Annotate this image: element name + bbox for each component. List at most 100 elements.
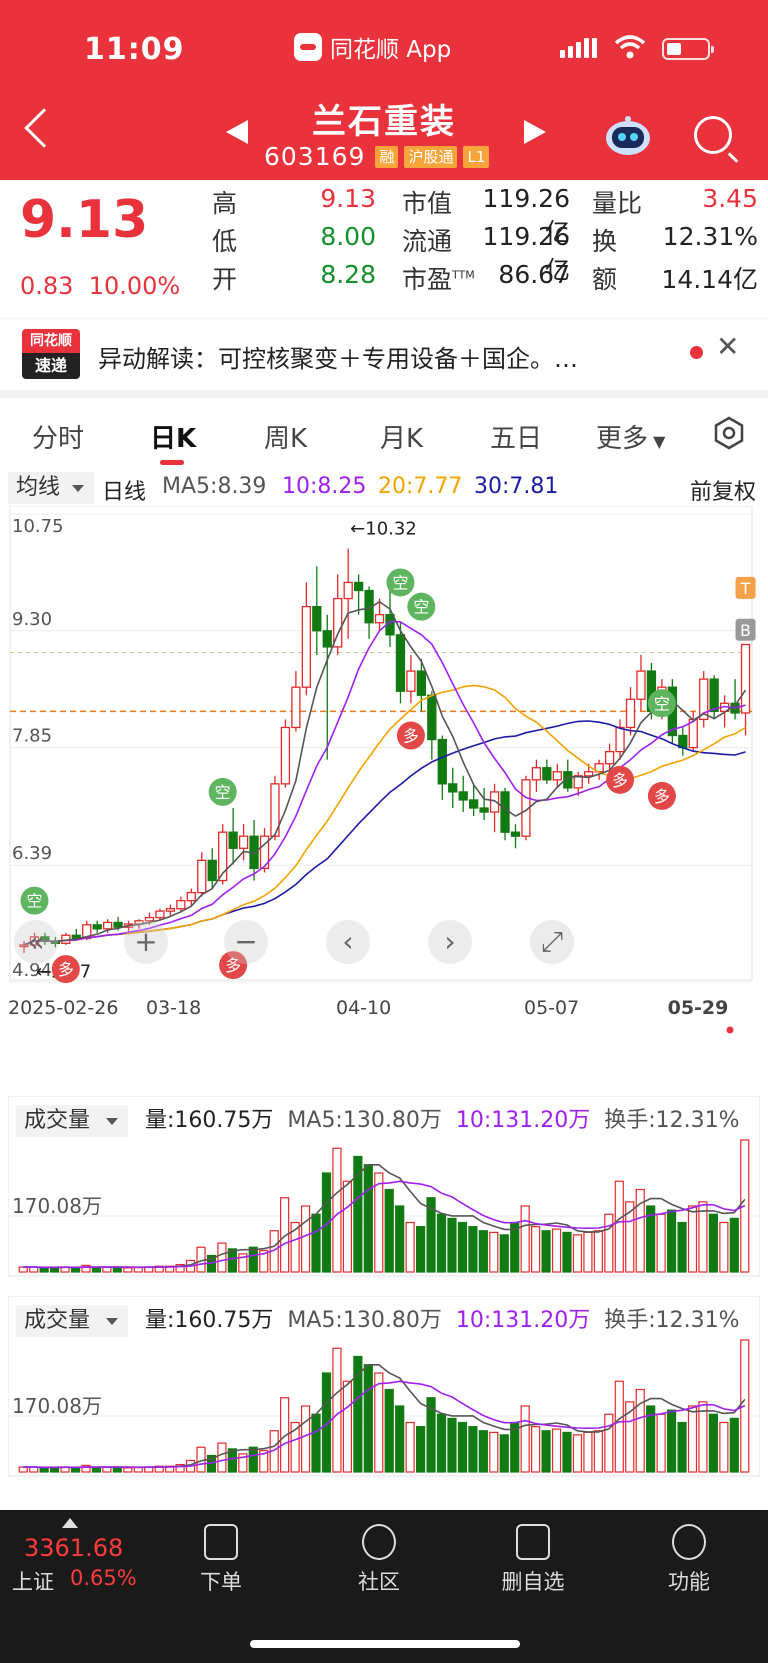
open-label: 开 xyxy=(212,265,238,294)
volume-bar xyxy=(677,1221,687,1273)
fullscreen-icon: ⤢ xyxy=(541,925,563,958)
candle-body xyxy=(155,910,165,919)
candle-body xyxy=(197,859,207,894)
nav-functions[interactable]: 功能 xyxy=(644,1524,734,1596)
volume-bar xyxy=(666,1409,677,1473)
candle-body xyxy=(709,678,719,712)
signal-icon xyxy=(560,38,597,58)
candle-body xyxy=(510,831,521,837)
volume-bar xyxy=(457,1421,468,1473)
candle-body xyxy=(186,891,196,902)
close-icon[interactable]: ✕ xyxy=(716,330,739,363)
candle-body xyxy=(353,581,364,592)
volume-bar xyxy=(531,1426,541,1473)
volume-bar xyxy=(217,1242,227,1273)
ma-legend: 均线 日线 MA5:8.39 10:8.25 20:7.77 30:7.81 前… xyxy=(0,466,768,506)
kline-chart[interactable]: 10.759.307.856.394.94←10.32←5.37空空空空空多多多… xyxy=(0,506,768,1081)
candle-body xyxy=(165,908,176,912)
volume-bar xyxy=(687,1205,698,1273)
indicator-select[interactable]: 均线 xyxy=(8,472,94,504)
volume-bar xyxy=(416,1226,426,1273)
volume-bar xyxy=(363,1364,373,1473)
volume-bar xyxy=(656,1413,666,1473)
zoom-in-icon: + xyxy=(134,925,157,958)
search-icon[interactable] xyxy=(694,116,732,154)
nav-remove-watchlist[interactable]: 删自选 xyxy=(488,1524,578,1596)
settings-icon[interactable] xyxy=(712,416,746,450)
change-value: 0.83 xyxy=(20,272,74,300)
tab-more-label: 更多 xyxy=(596,424,649,454)
high-label: 高 xyxy=(212,189,238,218)
news-logo-bottom: 速递 xyxy=(22,353,80,379)
nav-community[interactable]: 社区 xyxy=(334,1524,424,1596)
tab-monthly[interactable]: 月K xyxy=(380,418,423,455)
tab-fiveday[interactable]: 五日 xyxy=(490,418,542,455)
signal-short-label: 空 xyxy=(654,694,670,713)
candle-body xyxy=(395,634,406,692)
nav-remove-label: 删自选 xyxy=(501,1570,565,1594)
candle-body xyxy=(469,799,479,809)
volume-ma10-1: 10:131.20万 xyxy=(455,1108,591,1133)
volume-bar xyxy=(489,1431,499,1473)
volume-bar xyxy=(405,1221,415,1273)
index-value[interactable]: 3361.68 xyxy=(24,1534,123,1562)
volume-bar xyxy=(457,1221,468,1273)
volume-value-2: 量:160.75万 xyxy=(145,1308,274,1333)
volume-select-2[interactable]: 成交量 xyxy=(16,1305,128,1337)
volume-ylabel-1: 170.08万 xyxy=(12,1194,102,1218)
candle-body xyxy=(479,807,489,813)
amount-value: 14.14亿 xyxy=(661,265,758,294)
candle-body xyxy=(406,670,416,692)
volume-header-2: 成交量 量:160.75万 MA5:130.80万 10:131.20万 换手:… xyxy=(16,1302,768,1337)
tab-daily[interactable]: 日K xyxy=(150,418,196,455)
volume-bar xyxy=(572,1234,583,1273)
volume-bar xyxy=(300,1405,311,1473)
tab-weekly[interactable]: 周K xyxy=(264,418,307,455)
candle-body xyxy=(584,771,594,777)
candle-body xyxy=(552,771,562,781)
tab-more[interactable]: 更多 ▼ xyxy=(596,418,665,455)
candle-body xyxy=(238,835,249,849)
candle-body xyxy=(113,921,123,928)
volume-bar xyxy=(708,1213,719,1273)
volume-bar xyxy=(677,1421,687,1473)
turnover-label: 换 xyxy=(592,227,618,256)
volume-bar xyxy=(123,1467,133,1473)
star-circle-icon xyxy=(362,1524,396,1560)
signal-short-label: 空 xyxy=(413,598,429,617)
candle-body xyxy=(427,694,437,741)
volume-bar xyxy=(123,1267,133,1273)
news-text[interactable]: 异动解读：可控核聚变＋专用设备＋国企。… xyxy=(98,339,658,374)
news-ticker[interactable]: 同花顺 速递 异动解读：可控核聚变＋专用设备＋国企。… xyxy=(0,318,768,390)
candle-body xyxy=(291,686,301,729)
nav-functions-label: 功能 xyxy=(668,1570,710,1594)
volume-bar xyxy=(395,1405,405,1473)
candle-body xyxy=(458,791,468,801)
volume-bar xyxy=(300,1205,311,1273)
signal-short-label: 空 xyxy=(392,573,408,592)
y-tick-label: 10.75 xyxy=(12,516,64,537)
signal-short-label: 空 xyxy=(26,892,42,911)
signal-long-label: 多 xyxy=(612,771,628,790)
volume-bar xyxy=(604,1413,614,1473)
adjust-mode[interactable]: 前复权 xyxy=(690,474,756,506)
next-stock-icon[interactable] xyxy=(524,120,546,144)
volume-select-1[interactable]: 成交量 xyxy=(16,1105,128,1137)
nav-order[interactable]: 下单 xyxy=(176,1524,266,1596)
volume-bar xyxy=(719,1221,729,1273)
robot-icon[interactable] xyxy=(604,114,652,156)
volume-bar xyxy=(70,1467,81,1473)
candle-body xyxy=(176,899,186,910)
minus-box-icon xyxy=(516,1524,550,1560)
volume-bar xyxy=(91,1467,102,1473)
tab-intraday[interactable]: 分时 xyxy=(32,418,84,455)
volume-bar xyxy=(520,1205,530,1273)
volume-bar xyxy=(593,1230,603,1273)
volume-bar xyxy=(39,1267,49,1273)
x-tick-label: 03-18 xyxy=(146,997,201,1019)
nav-order-label: 下单 xyxy=(200,1570,242,1594)
volume-panel-1: 成交量 量:160.75万 MA5:130.80万 10:131.20万 换手:… xyxy=(8,1096,760,1284)
volume-ma5-1: MA5:130.80万 xyxy=(287,1108,442,1133)
candle-body xyxy=(228,831,238,849)
volume-bar xyxy=(614,1380,624,1473)
